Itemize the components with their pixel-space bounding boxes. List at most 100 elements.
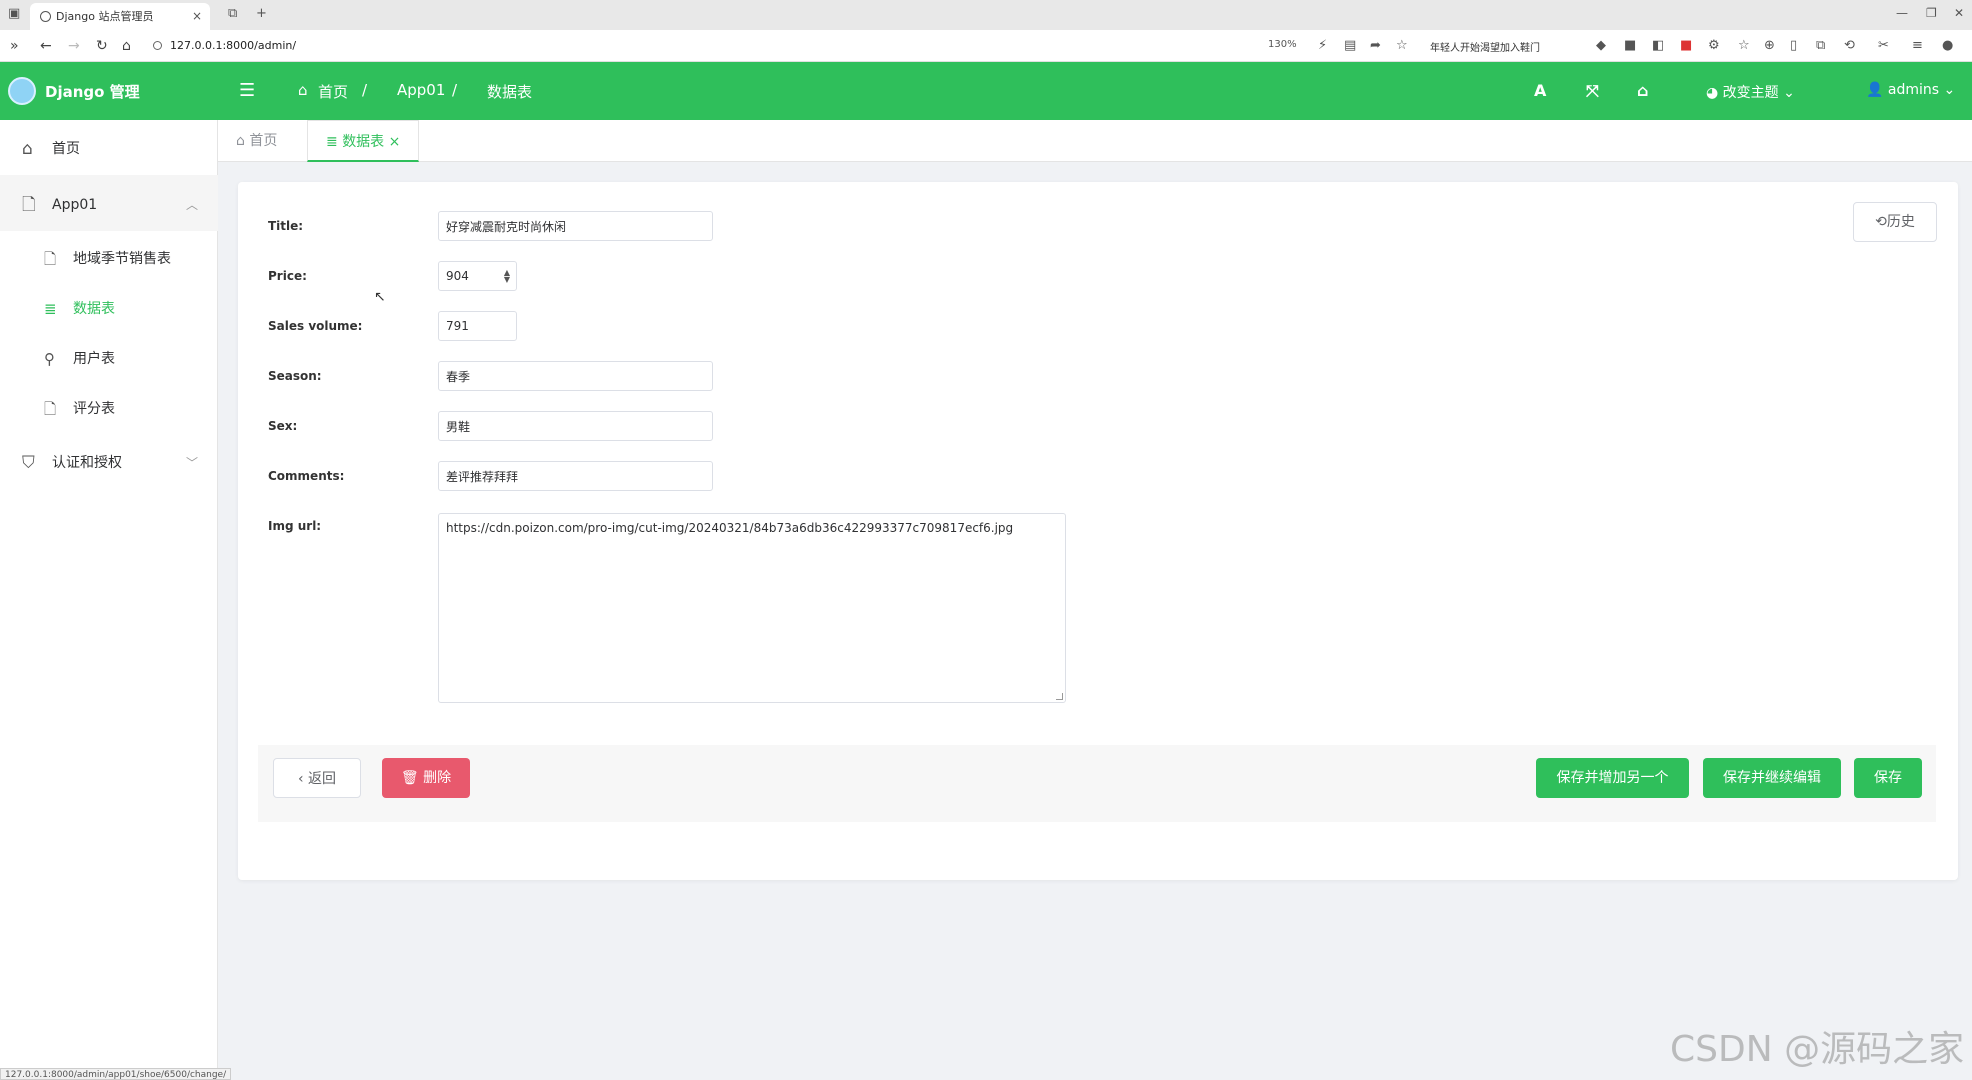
menu-icon[interactable]: ≡: [1912, 38, 1923, 53]
zoom-level[interactable]: 130%: [1268, 39, 1297, 50]
minimize-icon[interactable]: —: [1896, 6, 1908, 20]
download-icon[interactable]: ⊕: [1764, 38, 1775, 53]
site-info-icon[interactable]: [153, 41, 162, 50]
sidebar-item-label: 首页: [52, 141, 80, 157]
comments-label: Comments:: [268, 469, 345, 483]
chevron-down-icon: ﹀: [185, 456, 198, 470]
img-url-textarea[interactable]: https://cdn.poizon.com/pro-img/cut-img/2…: [438, 513, 1066, 703]
delete-button[interactable]: 🗑 删除: [382, 758, 470, 798]
page-tabs: ⌂ 首页 ≣ 数据表 ×: [218, 120, 1972, 162]
extension-1-icon[interactable]: ◆: [1596, 38, 1606, 53]
news-ticker[interactable]: 年轻人开始渴望加入鞋门: [1430, 39, 1540, 54]
breadcrumb-separator: /: [452, 81, 458, 99]
history-icon: ⟲: [1875, 214, 1887, 230]
user-name: admins: [1887, 82, 1940, 98]
tab-data-table[interactable]: ≣ 数据表 ×: [307, 120, 420, 162]
favorite-star-icon[interactable]: ☆: [1396, 38, 1408, 53]
price-label: Price:: [268, 269, 307, 283]
favicon-icon: [40, 11, 51, 22]
back-icon[interactable]: ←: [40, 38, 52, 54]
new-tab-button[interactable]: +: [256, 6, 267, 21]
history-label: 历史: [1886, 214, 1915, 230]
price-value: 904: [446, 269, 469, 283]
menu-toggle-icon[interactable]: ☰: [239, 80, 255, 101]
trash-icon: 🗑: [400, 770, 419, 786]
save-button[interactable]: 保存: [1854, 758, 1922, 798]
home-icon: ⌂: [22, 139, 33, 159]
comments-input[interactable]: [438, 461, 713, 491]
history-browser-icon[interactable]: ⟲: [1844, 38, 1855, 53]
theme-dropdown[interactable]: ◕ 改变主题 ⌄: [1706, 82, 1795, 102]
watermark: CSDN @源码之家: [1670, 1029, 1965, 1070]
share-icon[interactable]: ➦: [1370, 38, 1381, 53]
tab-close-icon[interactable]: ×: [389, 134, 401, 150]
submit-row: ‹ 返回 🗑 删除 保存并增加另一个 保存并继续编辑 保存: [258, 745, 1936, 822]
tab-search-icon[interactable]: ⧉: [228, 6, 237, 21]
database-icon: ≣: [326, 134, 338, 150]
sex-input[interactable]: [438, 411, 713, 441]
sidebar-item-label: 数据表: [73, 301, 115, 317]
palette-icon: ◕: [1706, 85, 1719, 101]
profile-icon[interactable]: ●: [1942, 38, 1953, 53]
sidebar-item-ratings[interactable]: 🗋 评分表: [0, 384, 218, 434]
collections-icon[interactable]: ⧉: [1816, 38, 1825, 53]
app-title[interactable]: Django 管理: [45, 81, 140, 102]
price-input[interactable]: 904 ▲ ▼: [438, 261, 517, 291]
history-button[interactable]: ⟲历史: [1853, 202, 1937, 242]
sidebar-group-app01[interactable]: 🗋 App01 ︿: [0, 180, 218, 230]
file-icon: 🗋: [44, 250, 57, 268]
img-url-label: Img url:: [268, 519, 322, 533]
forward-icon[interactable]: →: [68, 38, 80, 54]
sidebar-toggle-icon[interactable]: ▣: [8, 6, 20, 21]
sidebar-item-region-season-sales[interactable]: 🗋 地域季节销售表: [0, 234, 218, 284]
delete-label: 删除: [423, 770, 452, 786]
user-dropdown[interactable]: 👤 admins ⌄: [1866, 82, 1955, 98]
app-header: Django 管理 ☰ ⌂ 首页 / App01 / 数据表 A ⤧ ⌂ ◕ 改…: [0, 62, 1972, 120]
fullscreen-icon[interactable]: ⤧: [1586, 81, 1599, 101]
restore-icon[interactable]: ❐: [1926, 6, 1937, 20]
font-size-icon[interactable]: A: [1534, 81, 1546, 100]
browser-tab-title: Django 站点管理员: [56, 10, 154, 23]
save-and-add-another-button[interactable]: 保存并增加另一个: [1536, 758, 1689, 798]
extension-3-icon[interactable]: ◧: [1652, 38, 1664, 53]
sidebar-item-label: 地域季节销售表: [73, 251, 171, 267]
number-spinner-icon[interactable]: ▲ ▼: [504, 269, 510, 284]
sidebar-item-data-table[interactable]: ≣ 数据表: [0, 284, 218, 334]
reader-icon[interactable]: ▤: [1344, 38, 1356, 53]
reload-icon[interactable]: ↻: [96, 38, 108, 54]
browser-tab[interactable]: Django 站点管理员 ×: [30, 3, 210, 30]
tab-close-icon[interactable]: ×: [192, 3, 202, 30]
extension-2-icon[interactable]: ■: [1624, 38, 1636, 53]
sales-volume-input[interactable]: [438, 311, 517, 341]
window-close-icon[interactable]: ✕: [1954, 6, 1964, 20]
database-icon: ≣: [44, 300, 57, 318]
tab-home[interactable]: ⌂ 首页: [218, 120, 295, 162]
resize-handle[interactable]: [1056, 693, 1063, 700]
back-button[interactable]: ‹ 返回: [273, 758, 361, 798]
screenshot-icon[interactable]: ✂: [1878, 38, 1889, 53]
site-home-icon[interactable]: ⌂: [1637, 81, 1648, 100]
sidebar-item-label: 认证和授权: [52, 455, 122, 471]
home-icon: ⌂: [236, 133, 245, 149]
chevron-down-icon: ⌄: [1783, 85, 1795, 101]
season-input[interactable]: [438, 361, 713, 391]
breadcrumb-home[interactable]: 首页: [318, 81, 348, 102]
sidebar-group-auth[interactable]: ⛉ 认证和授权 ﹀: [0, 438, 218, 488]
phone-icon[interactable]: ▯: [1790, 38, 1797, 53]
breadcrumb-current: 数据表: [487, 83, 533, 101]
back-label: 返回: [308, 771, 337, 787]
extension-4-icon[interactable]: ■: [1680, 38, 1692, 53]
expand-icon[interactable]: »: [10, 38, 19, 54]
url-text: 127.0.0.1:8000/admin/: [170, 39, 297, 52]
lightning-icon[interactable]: ⚡: [1318, 38, 1327, 53]
breadcrumb-app01[interactable]: App01: [397, 81, 445, 99]
breadcrumb-separator: /: [362, 81, 368, 99]
save-and-continue-button[interactable]: 保存并继续编辑: [1703, 758, 1841, 798]
extensions-icon[interactable]: ⚙: [1708, 38, 1720, 53]
title-input[interactable]: [438, 211, 713, 241]
sidebar: ⌂ 首页 🗋 App01 ︿ 🗋 地域季节销售表 ≣ 数据表 ⚲ 用户表 🗋 评…: [0, 120, 218, 1080]
sidebar-item-users[interactable]: ⚲ 用户表: [0, 334, 218, 384]
bookmarks-icon[interactable]: ☆: [1738, 38, 1750, 53]
sidebar-item-home[interactable]: ⌂ 首页: [0, 124, 218, 174]
home-icon[interactable]: ⌂: [122, 38, 131, 54]
